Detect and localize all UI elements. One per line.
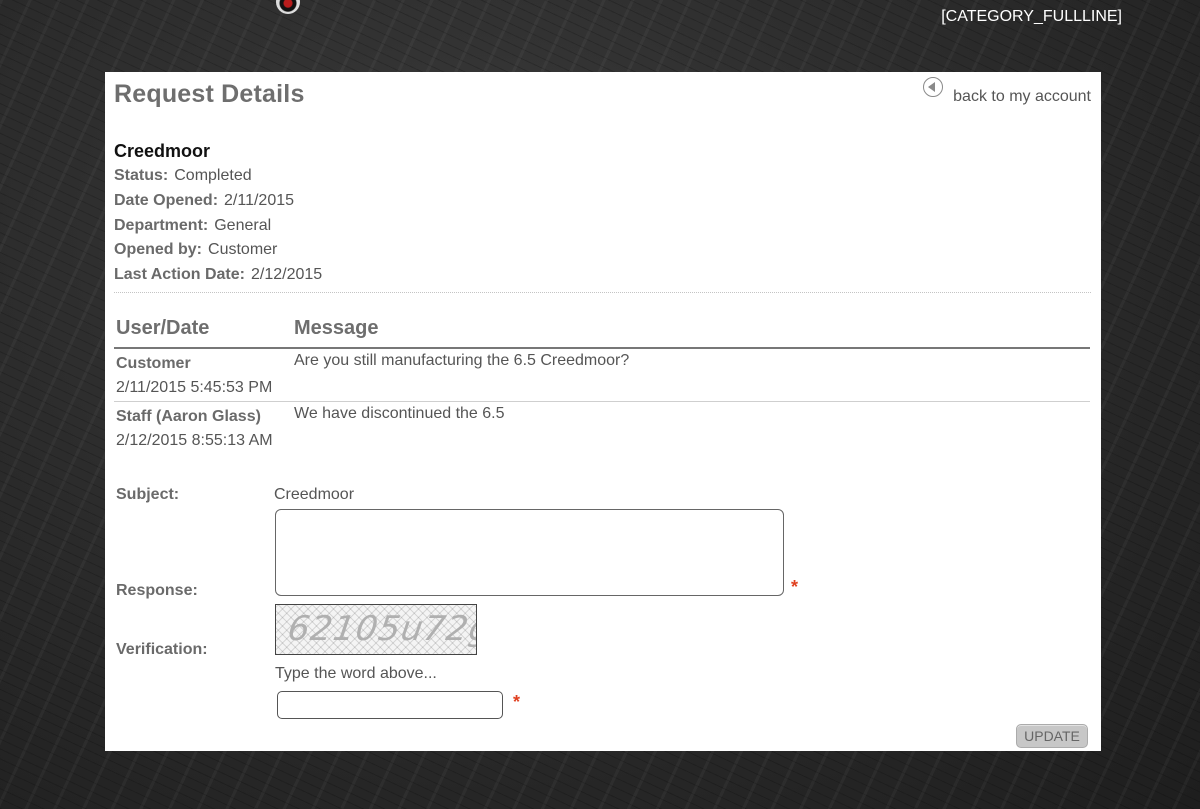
column-header-message: Message	[294, 317, 379, 339]
response-textarea[interactable]	[275, 509, 784, 596]
table-header: User/Date Message	[114, 317, 1090, 349]
captcha-hint: Type the word above...	[275, 665, 437, 682]
meta-key: Status:	[114, 167, 169, 184]
row-message: Are you still manufacturing the 6.5 Cree…	[294, 352, 630, 369]
row-user-date: Customer 2/11/2015 5:45:53 PM	[114, 352, 294, 401]
meta-date-opened: Date Opened: 2/11/2015	[114, 191, 322, 216]
meta-key: Date Opened:	[114, 191, 219, 209]
meta-opened-by: Opened by: Customer	[114, 240, 322, 265]
verification-label: Verification:	[116, 641, 208, 658]
request-subject: Creedmoor	[114, 141, 211, 161]
row-user: Staff (Aaron Glass)	[116, 408, 261, 425]
required-marker: *	[791, 577, 799, 597]
required-marker: *	[513, 692, 521, 712]
captcha-text: 62105u72g	[285, 609, 477, 649]
response-label: Response:	[116, 582, 198, 599]
meta-value: 2/12/2015	[250, 266, 323, 284]
back-link-label: back to my account	[953, 88, 1091, 105]
meta-value: General	[214, 216, 272, 234]
table-row: Customer 2/11/2015 5:45:53 PM Are you st…	[114, 349, 1090, 401]
logo-icon[interactable]	[276, 0, 300, 14]
meta-last-action-date: Last Action Date: 2/12/2015	[114, 265, 322, 290]
meta-value: Customer	[208, 241, 278, 259]
table-row: Staff (Aaron Glass) 2/12/2015 8:55:13 AM…	[114, 401, 1090, 453]
meta-department: Department: General	[114, 216, 322, 241]
row-message: We have discontinued the 6.5	[294, 405, 505, 422]
subject-label: Subject:	[116, 486, 180, 503]
message-history-table: User/Date Message Customer 2/11/2015 5:4…	[114, 317, 1090, 453]
back-to-account-link[interactable]: back to my account	[923, 77, 1091, 106]
captcha-image: 62105u72g	[275, 604, 477, 655]
request-details-panel: Request Details back to my account Creed…	[105, 72, 1101, 751]
verification-input[interactable]	[277, 691, 503, 719]
section-divider	[114, 292, 1091, 293]
meta-key: Last Action Date:	[114, 266, 245, 284]
row-user-date: Staff (Aaron Glass) 2/12/2015 8:55:13 AM	[114, 405, 294, 453]
meta-value: 2/11/2015	[224, 191, 295, 209]
category-placeholder: [CATEGORY_FULLLINE]	[941, 8, 1122, 25]
meta-key: Department:	[114, 216, 209, 234]
request-meta: Status: Completed Date Opened: 2/11/2015 D…	[114, 166, 322, 290]
column-header-user-date: User/Date	[116, 317, 210, 339]
meta-status: Status: Completed	[114, 166, 322, 191]
meta-key: Opened by:	[114, 241, 203, 259]
row-date: 2/11/2015 5:45:53 PM	[116, 379, 273, 396]
subject-value: Creedmoor	[274, 486, 355, 503]
update-button[interactable]: UPDATE	[1016, 724, 1088, 748]
row-user: Customer	[116, 355, 191, 372]
row-date: 2/12/2015 8:55:13 AM	[116, 432, 273, 449]
page-title: Request Details	[114, 80, 305, 108]
meta-value: Completed	[174, 167, 252, 184]
circle-arrow-left-icon	[923, 77, 944, 97]
